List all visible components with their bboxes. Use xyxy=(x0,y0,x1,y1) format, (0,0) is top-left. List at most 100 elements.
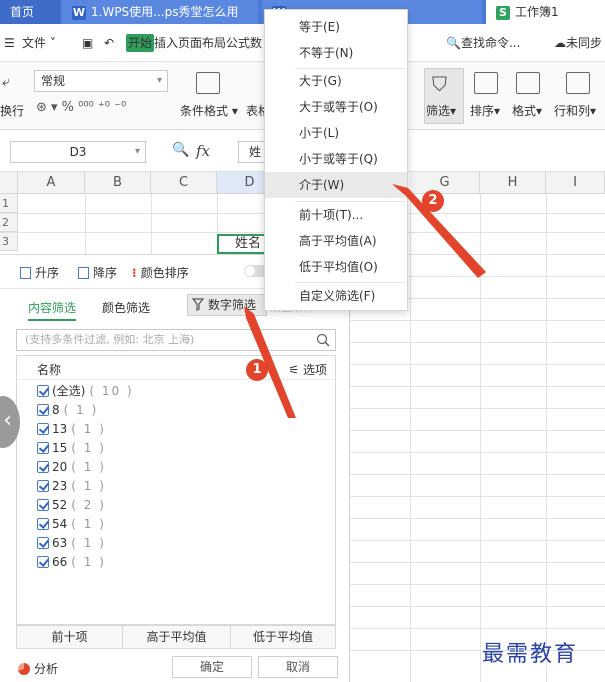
search-icon[interactable] xyxy=(316,333,330,347)
number-filter-button[interactable]: 数字筛选 xyxy=(187,294,267,316)
zoom-icon[interactable]: 🔍 xyxy=(172,142,189,158)
menu-item-custom-filter[interactable]: 自定义筛选(F) xyxy=(265,283,407,309)
menu-item-greater[interactable]: 大于(G) xyxy=(265,68,407,94)
column-header[interactable]: A xyxy=(18,172,85,194)
filter-panel: 升序 降序 ⁝ 颜色排序 内容筛选 颜色筛选 数字筛选 清空条件 (支持多条件过… xyxy=(0,254,350,682)
sort-color-label: 颜色排序 xyxy=(140,266,189,280)
number-format-select[interactable]: 常规 ▾ xyxy=(34,70,168,92)
menu-item-top-ten[interactable]: 前十项(T)... xyxy=(265,202,407,228)
tab-workbook[interactable]: S 工作簿1 xyxy=(486,0,605,24)
list-item[interactable]: 66( 1 ) xyxy=(37,553,106,571)
tab-doc1[interactable]: W 1.WPS使用...ps秀堂怎么用 xyxy=(62,0,258,24)
below-average-button[interactable]: 低于平均值 xyxy=(231,626,335,648)
item-count: ( 1 ) xyxy=(71,517,106,531)
search-placeholder: (支持多条件过滤, 例如: 北京 上海) xyxy=(25,333,195,346)
menu-insert-layout-formula[interactable]: 插入页面布局公式数 xyxy=(154,34,262,52)
menu-item-below-average[interactable]: 低于平均值(O) xyxy=(265,254,407,280)
name-box[interactable]: D3 ▾ xyxy=(10,141,146,163)
item-label: 63 xyxy=(52,536,68,550)
sort-by-color-button[interactable]: ⁝ 颜色排序 xyxy=(132,264,189,281)
function-icon[interactable]: fx xyxy=(196,142,210,160)
analysis-button[interactable]: 分析 xyxy=(18,660,58,677)
conditional-format-label: 条件格式 xyxy=(180,104,229,118)
list-item[interactable]: 23( 1 ) xyxy=(37,477,106,495)
list-item[interactable]: 54( 1 ) xyxy=(37,515,106,533)
list-item[interactable]: 20( 1 ) xyxy=(37,458,106,476)
list-item[interactable]: 15( 1 ) xyxy=(37,439,106,457)
top-ten-button[interactable]: 前十项 xyxy=(17,626,123,648)
search-command[interactable]: 🔍查找命令... xyxy=(446,34,520,52)
above-average-button[interactable]: 高于平均值 xyxy=(123,626,231,648)
list-item[interactable]: 8( 1 ) xyxy=(37,401,98,419)
checkbox[interactable] xyxy=(37,499,49,511)
menu-item-less-equal[interactable]: 小于或等于(Q) xyxy=(265,146,407,172)
format-icon[interactable] xyxy=(516,72,540,94)
item-count: ( 1 ) xyxy=(71,441,106,455)
checkbox[interactable] xyxy=(37,423,49,435)
column-header[interactable]: I xyxy=(546,172,605,194)
column-header[interactable]: G xyxy=(410,172,480,194)
filter-search-input[interactable]: (支持多条件过滤, 例如: 北京 上海) xyxy=(16,329,336,351)
item-count: ( 1 ) xyxy=(71,479,106,493)
menu-start[interactable]: 开始 xyxy=(126,34,155,52)
undo-icon[interactable]: ↶ xyxy=(104,34,114,52)
sort-ascending-button[interactable]: 升序 xyxy=(20,264,59,281)
menu-item-not-equal[interactable]: 不等于(N) xyxy=(265,40,407,66)
tab-color-filter[interactable]: 颜色筛选 xyxy=(102,299,150,316)
menu-item-above-average[interactable]: 高于平均值(A) xyxy=(265,228,407,254)
checkbox[interactable] xyxy=(37,518,49,530)
column-header[interactable]: B xyxy=(85,172,151,194)
item-label: 15 xyxy=(52,441,68,455)
format-button[interactable]: 格式▾ xyxy=(512,102,542,119)
sort-descending-button[interactable]: 降序 xyxy=(78,264,117,281)
row-header[interactable]: 3 xyxy=(0,232,18,251)
ok-button[interactable]: 确定 xyxy=(172,656,252,678)
item-count: ( 1 ) xyxy=(71,422,106,436)
checkbox[interactable] xyxy=(37,385,49,397)
conditional-format-icon[interactable] xyxy=(196,72,220,94)
wrap-icon[interactable]: ⤶ xyxy=(2,74,10,90)
list-item[interactable]: (全选)( 10 ) xyxy=(37,382,134,400)
item-label: 52 xyxy=(52,498,68,512)
quick-filter-tabs: 前十项 高于平均值 低于平均值 xyxy=(16,625,336,649)
cell-d3[interactable]: 姓名 xyxy=(217,234,267,254)
spreadsheet-icon: S xyxy=(496,6,510,20)
checkbox[interactable] xyxy=(37,461,49,473)
chevron-down-icon: ▾ xyxy=(134,146,140,157)
filter-value-list[interactable]: 名称 ⚟ 选项 (全选)( 10 ) 8( 1 ) 13( 1 ) 15( 1 … xyxy=(16,355,336,625)
checkbox[interactable] xyxy=(37,442,49,454)
list-item[interactable]: 13( 1 ) xyxy=(37,420,106,438)
menu-item-greater-equal[interactable]: 大于或等于(O) xyxy=(265,94,407,120)
checkbox[interactable] xyxy=(37,480,49,492)
options-button[interactable]: ⚟ 选项 xyxy=(288,361,327,378)
item-label: 20 xyxy=(52,460,68,474)
hamburger-icon[interactable]: ☰ xyxy=(4,34,15,52)
sync-status[interactable]: ☁未同步 xyxy=(554,34,602,52)
row-col-button[interactable]: 行和列▾ xyxy=(554,102,596,119)
conditional-format-button[interactable]: 条件格式 ▾ xyxy=(180,102,238,119)
step-2-marker: 2 xyxy=(422,190,444,212)
list-item[interactable]: 63( 1 ) xyxy=(37,534,106,552)
menu-item-less[interactable]: 小于(L) xyxy=(265,120,407,146)
cancel-button[interactable]: 取消 xyxy=(258,656,338,678)
select-all-corner[interactable] xyxy=(0,172,18,194)
list-item[interactable]: 52( 2 ) xyxy=(37,496,106,514)
row-header[interactable]: 2 xyxy=(0,213,18,232)
row-col-icon[interactable] xyxy=(566,72,590,94)
save-icon[interactable]: ▣ xyxy=(82,34,93,52)
tab-home[interactable]: 首页 xyxy=(0,0,60,24)
row-header[interactable]: 1 xyxy=(0,194,18,213)
checkbox[interactable] xyxy=(37,537,49,549)
column-header[interactable]: H xyxy=(480,172,546,194)
checkbox[interactable] xyxy=(37,404,49,416)
sort-icon[interactable] xyxy=(474,72,498,94)
tab-content-filter[interactable]: 内容筛选 xyxy=(28,299,77,321)
column-header[interactable]: C xyxy=(151,172,217,194)
item-count: ( 2 ) xyxy=(71,498,106,512)
sort-button[interactable]: 排序▾ xyxy=(470,102,500,119)
menu-file[interactable]: 文件 ˅ xyxy=(22,34,56,52)
number-format-buttons[interactable]: ⊛ ▾ % ⁰⁰⁰ ⁺⁰ ⁻⁰ xyxy=(36,100,126,115)
menu-item-between[interactable]: 介于(W) xyxy=(265,172,407,198)
checkbox[interactable] xyxy=(37,556,49,568)
menu-item-equal[interactable]: 等于(E) xyxy=(265,14,407,40)
